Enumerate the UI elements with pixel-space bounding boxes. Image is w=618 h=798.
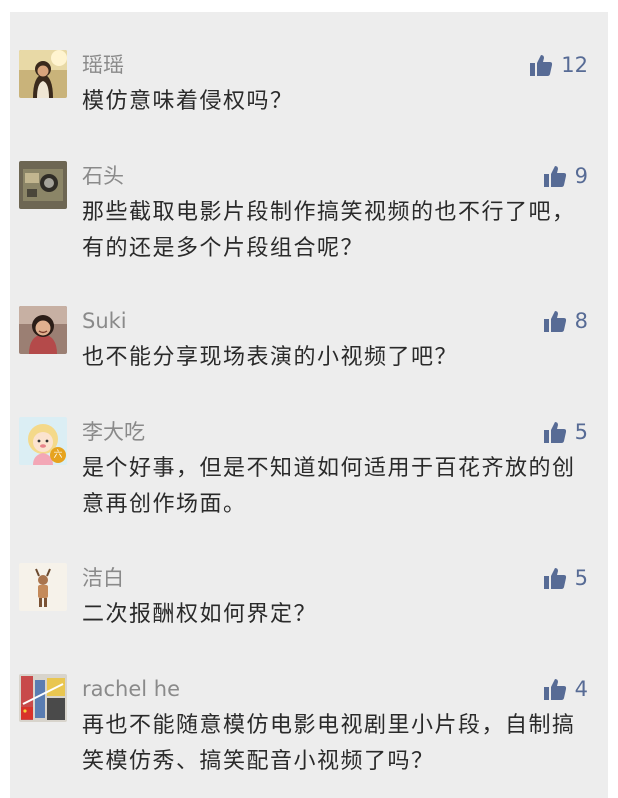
thumbs-up-icon bbox=[543, 166, 566, 187]
like-count: 8 bbox=[574, 309, 588, 333]
like-count: 9 bbox=[574, 164, 588, 188]
avatar[interactable] bbox=[19, 306, 67, 354]
comment-list: 瑶瑶 12 模仿意味着侵权吗？ 石头 9 那些截取电影片段制作搞笑视频的也不行了… bbox=[10, 12, 608, 798]
commenter-name[interactable]: Suki bbox=[82, 307, 127, 335]
like-button[interactable]: 4 bbox=[543, 676, 588, 702]
commenter-name[interactable]: 李大吃 bbox=[82, 418, 145, 446]
thumbs-up-icon bbox=[543, 311, 566, 332]
thumbs-up-icon bbox=[543, 679, 566, 700]
thumbs-up-icon bbox=[543, 422, 566, 443]
avatar[interactable] bbox=[19, 563, 67, 611]
commenter-name[interactable]: 瑶瑶 bbox=[82, 51, 124, 79]
like-button[interactable]: 9 bbox=[543, 163, 588, 189]
thumbs-up-icon bbox=[530, 55, 553, 76]
commenter-name[interactable]: 石头 bbox=[82, 162, 124, 190]
like-button[interactable]: 12 bbox=[529, 52, 588, 78]
commenter-name[interactable]: rachel he bbox=[82, 675, 180, 703]
like-count: 5 bbox=[574, 566, 588, 590]
commenter-name[interactable]: 洁白 bbox=[82, 564, 124, 592]
comment-text: 再也不能随意模仿电影电视剧里小片段，自制搞笑模仿秀、搞笑配音小视频了吗？ bbox=[82, 713, 576, 774]
thumbs-up-icon bbox=[543, 568, 566, 589]
avatar[interactable] bbox=[19, 50, 67, 98]
like-button[interactable]: 8 bbox=[543, 308, 588, 334]
comment-text: 也不能分享现场表演的小视频了吧？ bbox=[82, 345, 459, 370]
comment-text: 模仿意味着侵权吗？ bbox=[82, 89, 294, 114]
like-button[interactable]: 5 bbox=[543, 565, 588, 591]
comment-text: 那些截取电影片段制作搞笑视频的也不行了吧，有的还是多个片段组合呢？ bbox=[82, 200, 576, 261]
avatar[interactable]: 六 bbox=[19, 417, 67, 465]
badge: 六 bbox=[53, 450, 63, 460]
comment-text: 是个好事，但是不知道如何适用于百花齐放的创意再创作场面。 bbox=[82, 456, 576, 517]
like-count: 4 bbox=[574, 677, 588, 701]
avatar[interactable] bbox=[19, 674, 67, 722]
comment-text: 二次报酬权如何界定？ bbox=[82, 602, 318, 627]
like-button[interactable]: 5 bbox=[543, 419, 588, 445]
avatar[interactable] bbox=[19, 161, 67, 209]
like-count: 5 bbox=[574, 420, 588, 444]
like-count: 12 bbox=[561, 53, 588, 77]
